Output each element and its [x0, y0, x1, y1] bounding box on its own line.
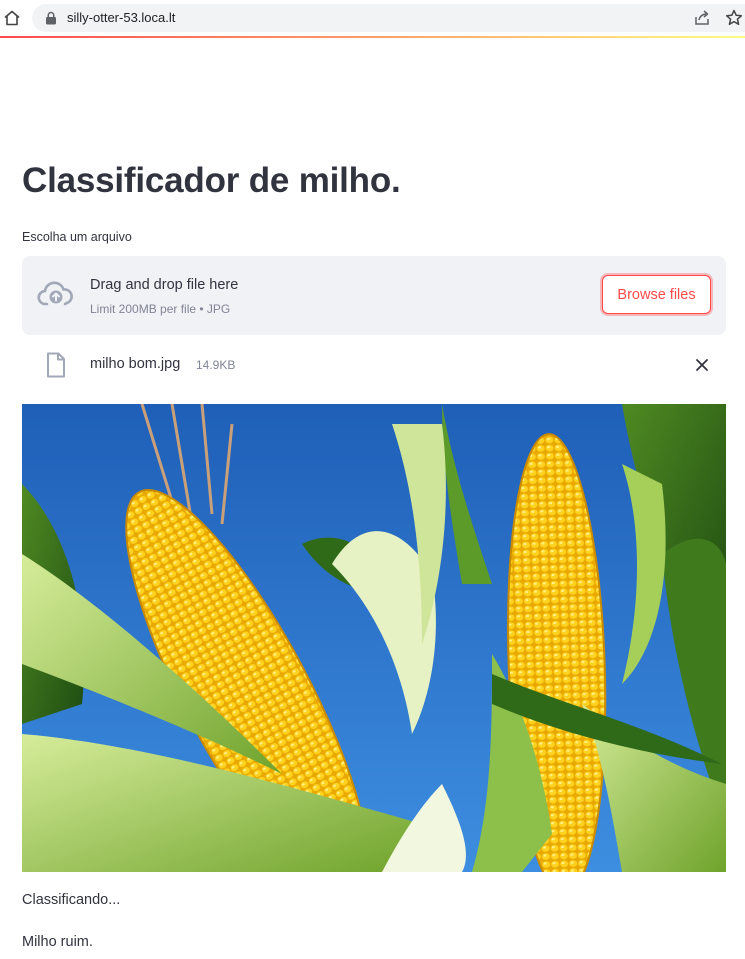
uploaded-file-name: milho bom.jpg — [90, 356, 181, 372]
uploaded-file-row: milho bom.jpg 14.9KB — [22, 345, 726, 385]
page-title: Classificador de milho. — [22, 161, 401, 200]
browse-files-button[interactable]: Browse files — [602, 275, 711, 314]
address-bar[interactable]: silly-otter-53.loca.lt — [32, 4, 745, 32]
result-text: Milho ruim. — [22, 934, 93, 950]
star-icon[interactable] — [724, 8, 744, 28]
url-text[interactable]: silly-otter-53.loca.lt — [67, 10, 175, 26]
file-icon — [46, 352, 66, 378]
lock-icon[interactable] — [45, 11, 57, 25]
uploader-label: Escolha um arquivo — [22, 230, 132, 244]
share-icon[interactable] — [693, 9, 711, 27]
file-dropzone[interactable]: Drag and drop file here Limit 200MB per … — [22, 256, 726, 335]
status-text: Classificando... — [22, 892, 121, 908]
cloud-upload-icon — [37, 280, 75, 310]
app-decoration-bar — [0, 36, 745, 38]
close-icon[interactable] — [690, 353, 714, 377]
dropzone-limit: Limit 200MB per file • JPG — [90, 302, 231, 316]
browser-toolbar: silly-otter-53.loca.lt — [0, 0, 745, 36]
uploaded-file-size: 14.9KB — [196, 358, 236, 372]
home-icon[interactable] — [2, 8, 22, 28]
uploaded-image — [22, 404, 726, 872]
dropzone-title: Drag and drop file here — [90, 277, 239, 293]
